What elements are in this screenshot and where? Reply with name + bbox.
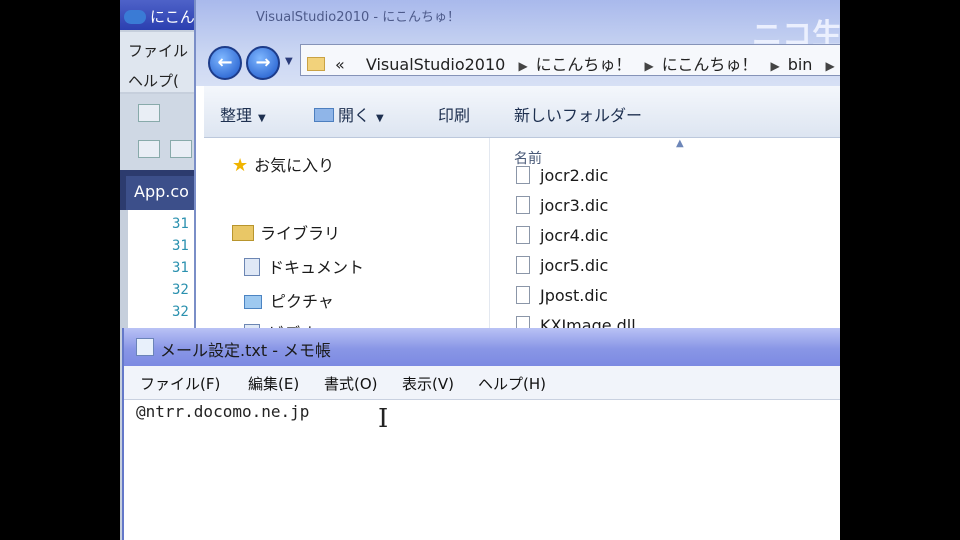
nav-item-label: ピクチャ bbox=[270, 292, 334, 311]
notepad-window: メール設定.txt - メモ帳 ファイル(F) 編集(E) 書式(O) 表示(V… bbox=[122, 328, 840, 540]
line-number: 31 bbox=[172, 238, 189, 254]
explorer-title-bar[interactable]: VisualStudio2010 - にこんちゅ！ ニコ生 ← → ▼ « Vi… bbox=[196, 0, 840, 86]
picture-icon bbox=[244, 295, 262, 309]
text-cursor-icon: I bbox=[378, 404, 389, 434]
address-bar[interactable]: « VisualStudio2010 ▶ にこんちゅ！ ▶ にこんちゅ！ ▶ bin … bbox=[300, 44, 840, 76]
file-item[interactable]: jocr2.dic bbox=[516, 166, 608, 185]
sort-caret-icon: ▲ bbox=[676, 138, 684, 149]
library-icon bbox=[232, 225, 254, 241]
star-icon: ★ bbox=[232, 155, 249, 176]
column-header-name[interactable]: 名前 bbox=[514, 148, 542, 168]
recent-pages-chevron-icon[interactable]: ▼ bbox=[285, 56, 293, 67]
forward-button[interactable]: → bbox=[246, 46, 280, 80]
file-icon bbox=[516, 256, 530, 274]
file-item[interactable]: jocr3.dic bbox=[516, 196, 608, 215]
menu-view[interactable]: 表示(V) bbox=[402, 373, 454, 394]
file-item[interactable]: Jpost.dic bbox=[516, 286, 608, 305]
back-button[interactable]: ← bbox=[208, 46, 242, 80]
arrow-left-icon: ← bbox=[217, 52, 233, 73]
letterbox-left bbox=[0, 0, 120, 540]
toolbar-window-icon[interactable] bbox=[138, 140, 160, 158]
explorer-command-bar: 整理 ▼ 開く ▼ 印刷 新しいフォルダー bbox=[204, 86, 840, 138]
nav-item-documents[interactable]: ドキュメント bbox=[244, 254, 364, 278]
notepad-content: @ntrr.docomo.ne.jp bbox=[136, 402, 310, 421]
organize-label: 整理 bbox=[220, 106, 253, 125]
letterbox-right bbox=[840, 0, 960, 540]
file-list: ▲ 名前 jocr2.dic jocr3.dic jocr4.dic jocr5… bbox=[490, 138, 840, 340]
line-number: 32 bbox=[172, 304, 189, 320]
folder-icon bbox=[307, 57, 325, 71]
notepad-title: メール設定.txt - メモ帳 bbox=[160, 341, 332, 360]
new-folder-button[interactable]: 新しいフォルダー bbox=[514, 102, 642, 126]
nav-item-label: ライブラリ bbox=[260, 224, 341, 243]
print-button[interactable]: 印刷 bbox=[438, 102, 470, 126]
chevron-down-icon: ▼ bbox=[258, 113, 266, 124]
nav-item-pictures[interactable]: ピクチャ bbox=[244, 288, 334, 312]
file-icon bbox=[516, 166, 530, 184]
notepad-icon bbox=[136, 338, 154, 356]
new-project-icon[interactable] bbox=[138, 104, 160, 122]
nav-item-label: ドキュメント bbox=[268, 258, 365, 277]
file-icon bbox=[516, 226, 530, 244]
file-item[interactable]: jocr5.dic bbox=[516, 256, 608, 275]
organize-button[interactable]: 整理 ▼ bbox=[220, 102, 266, 126]
file-name: jocr2.dic bbox=[540, 166, 609, 185]
file-name: jocr4.dic bbox=[540, 226, 609, 245]
document-icon bbox=[244, 258, 260, 276]
vs-title-text: にこん bbox=[150, 8, 195, 26]
open-button[interactable]: 開く ▼ bbox=[314, 102, 384, 126]
breadcrumb-arrow-icon[interactable]: ▶ bbox=[644, 59, 653, 73]
desktop: にこん ファイル ヘルプ( App.co 31 31 31 32 32 Visu… bbox=[120, 0, 840, 540]
nav-item-libraries[interactable]: ライブラリ bbox=[232, 220, 340, 244]
breadcrumb-arrow-icon[interactable]: ▶ bbox=[518, 59, 527, 73]
breadcrumb-visualstudio2010[interactable]: VisualStudio2010 bbox=[366, 55, 505, 74]
breadcrumb-niconchu-1[interactable]: にこんちゅ！ bbox=[536, 55, 632, 74]
file-name: Jpost.dic bbox=[540, 286, 608, 305]
vs-document-tab[interactable]: App.co bbox=[126, 176, 196, 210]
open-icon bbox=[314, 108, 334, 122]
breadcrumb-bin[interactable]: bin bbox=[788, 55, 813, 74]
breadcrumb-arrow-icon[interactable]: ▶ bbox=[770, 59, 779, 73]
line-number: 31 bbox=[172, 216, 189, 232]
file-name: jocr5.dic bbox=[540, 256, 609, 275]
file-icon bbox=[516, 196, 530, 214]
line-number: 31 bbox=[172, 260, 189, 276]
breadcrumb-niconchu-2[interactable]: にこんちゅ！ bbox=[662, 55, 758, 74]
chevron-down-icon: ▼ bbox=[376, 113, 384, 124]
file-item[interactable]: jocr4.dic bbox=[516, 226, 608, 245]
file-icon bbox=[516, 286, 530, 304]
visual-studio-icon bbox=[124, 10, 146, 24]
line-number: 32 bbox=[172, 282, 189, 298]
menu-edit[interactable]: 編集(E) bbox=[248, 373, 299, 394]
menu-file[interactable]: ファイル(F) bbox=[140, 373, 220, 394]
menu-help[interactable]: ヘルプ(H) bbox=[478, 373, 546, 394]
navigation-pane: ★お気に入り ライブラリ ドキュメント ピクチャ ビデオ bbox=[204, 138, 490, 343]
open-label: 開く bbox=[338, 106, 371, 125]
address-overflow[interactable]: « bbox=[335, 55, 345, 74]
arrow-right-icon: → bbox=[255, 52, 271, 73]
breadcrumb-arrow-icon[interactable]: ▶ bbox=[826, 59, 835, 73]
explorer-title: VisualStudio2010 - にこんちゅ！ bbox=[256, 10, 460, 25]
toolbar-search-icon[interactable] bbox=[170, 140, 192, 158]
nav-item-favorites[interactable]: ★ お気に入り bbox=[232, 152, 334, 176]
explorer-window: VisualStudio2010 - にこんちゅ！ ニコ生 ← → ▼ « Vi… bbox=[194, 0, 840, 343]
nav-item-label: お気に入り bbox=[254, 156, 335, 175]
notepad-text-area[interactable]: @ntrr.docomo.ne.jp I bbox=[124, 400, 840, 540]
menu-format[interactable]: 書式(O) bbox=[324, 373, 378, 394]
notepad-title-bar[interactable]: メール設定.txt - メモ帳 bbox=[124, 328, 840, 366]
file-name: jocr3.dic bbox=[540, 196, 609, 215]
notepad-menu-bar: ファイル(F) 編集(E) 書式(O) 表示(V) ヘルプ(H) bbox=[124, 366, 840, 400]
